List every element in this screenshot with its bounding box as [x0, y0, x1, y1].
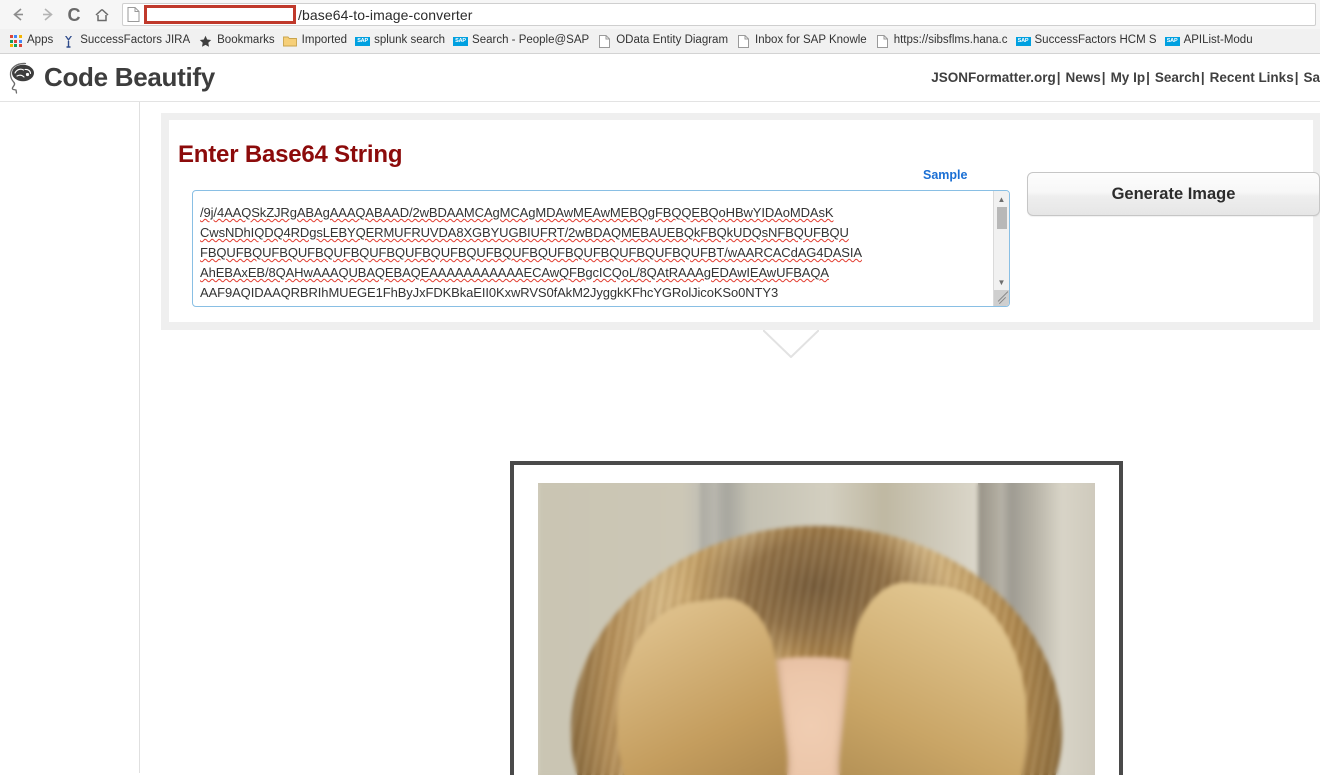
- bookmark-label: Inbox for SAP Knowle: [755, 34, 867, 47]
- nav-link-search[interactable]: Search: [1154, 70, 1200, 85]
- bookmark-label: https://sibsflms.hana.c: [893, 34, 1008, 47]
- bookmark-sibsflms-hana[interactable]: https://sibsflms.hana.c: [873, 31, 1014, 52]
- bookmark-bookmarks[interactable]: Bookmarks: [196, 31, 281, 52]
- bookmark-label: Imported: [301, 34, 348, 47]
- bookmark-label: Search - People@SAP: [472, 34, 590, 47]
- brand[interactable]: Code Beautify: [6, 61, 215, 95]
- body-area: Enter Base64 String Sample /9j/4AAQSkZJR…: [0, 102, 1320, 775]
- bookmark-odata-entity-diagram[interactable]: OData Entity Diagram: [595, 31, 734, 52]
- address-bar[interactable]: /base64-to-image-converter: [122, 3, 1316, 26]
- bookmark-successfactors-jira[interactable]: SuccessFactors JIRA: [59, 31, 196, 52]
- sap-icon: SAP: [1015, 34, 1031, 48]
- base64-input-textarea[interactable]: /9j/4AAQSkZJRgABAgAAAQABAAD/2wBDAAMCAgMC…: [192, 190, 1010, 307]
- nav-sep: |: [1101, 70, 1106, 85]
- base64-input-panel: Enter Base64 String Sample /9j/4AAQSkZJR…: [161, 113, 1320, 330]
- bookmark-label: SuccessFactors HCM S: [1034, 34, 1157, 47]
- generated-portrait-photo: [538, 483, 1095, 775]
- bookmark-splunk-search[interactable]: SAP splunk search: [353, 31, 451, 52]
- back-arrow-icon[interactable]: [4, 1, 32, 29]
- bookmark-label: Bookmarks: [217, 34, 275, 47]
- bookmark-imported[interactable]: Imported: [281, 31, 353, 52]
- brand-name: Code Beautify: [44, 62, 215, 92]
- page-title: Enter Base64 String: [178, 141, 403, 168]
- top-nav: JSONFormatter.org | News | My Ip | Searc…: [930, 70, 1320, 85]
- url-text: /base64-to-image-converter: [298, 6, 473, 23]
- star-icon: [198, 34, 213, 48]
- base64-text-content: /9j/4AAQSkZJRgABAgAAAQABAAD/2wBDAAMCAgMC…: [193, 191, 993, 306]
- nav-sep: |: [1146, 70, 1150, 85]
- browser-chrome: C /base64-to-image-converter Apps Succes…: [0, 0, 1320, 54]
- sap-icon: SAP: [453, 34, 469, 48]
- nav-link-news[interactable]: News: [1065, 70, 1101, 85]
- page-icon: [597, 34, 612, 48]
- scrollbar-thumb[interactable]: [996, 207, 1007, 229]
- nav-sep: |: [1294, 70, 1299, 85]
- scroll-up-arrow-icon[interactable]: ▲: [994, 191, 1010, 207]
- base64-line: FBQUFBQUFBQUFBQUFBQUFBQUFBQUFBQUFBQUFBQU…: [200, 245, 862, 260]
- base64-line: AhEBAxEB/8QAHwAAAQUBAQEBAQEAAAAAAAAAAAEC…: [200, 265, 829, 280]
- nav-link-my-ip[interactable]: My Ip: [1110, 70, 1146, 85]
- left-rail: [0, 102, 140, 773]
- site-header: Code Beautify JSONFormatter.org | News |…: [0, 54, 1320, 102]
- nav-link-save[interactable]: Sa: [1302, 70, 1320, 85]
- bookmark-label: Apps: [27, 34, 54, 47]
- url-redaction-box: [144, 5, 296, 24]
- generate-image-button[interactable]: Generate Image: [1027, 172, 1320, 216]
- nav-link-jsonformatter[interactable]: JSONFormatter.org: [930, 70, 1056, 85]
- base64-line: AAF9AQIDAAQRBRIhMUEGE1FhByJxFDKBkaEII0Kx…: [200, 285, 779, 300]
- bookmark-apilist-module[interactable]: SAP APIList-Modu: [1163, 31, 1259, 52]
- scroll-down-arrow-icon[interactable]: ▼: [994, 274, 1010, 290]
- folder-icon: [283, 34, 298, 48]
- resize-grip-icon[interactable]: [993, 290, 1009, 306]
- bookmark-inbox-sap-knowledge[interactable]: Inbox for SAP Knowle: [734, 31, 873, 52]
- page-document-icon: [127, 7, 140, 22]
- sample-link[interactable]: Sample: [923, 168, 967, 182]
- apps-grid-icon: [8, 34, 23, 48]
- nav-link-recent-links[interactable]: Recent Links: [1209, 70, 1294, 85]
- bookmarks-bar: Apps SuccessFactors JIRA Bookmarks Impor…: [0, 29, 1320, 54]
- textarea-scrollbar[interactable]: ▲ ▼: [993, 191, 1009, 306]
- home-icon[interactable]: [88, 1, 116, 29]
- generated-image-frame: [510, 461, 1123, 775]
- reload-icon[interactable]: C: [60, 1, 88, 29]
- browser-toolbar: C /base64-to-image-converter: [0, 0, 1320, 29]
- bookmark-successfactors-hcm[interactable]: SAP SuccessFactors HCM S: [1014, 31, 1163, 52]
- bookmark-label: OData Entity Diagram: [616, 34, 729, 47]
- sap-icon: SAP: [1164, 34, 1180, 48]
- down-caret-connector: [763, 330, 819, 358]
- brain-head-logo-icon: [9, 62, 34, 94]
- sap-icon: SAP: [355, 34, 371, 48]
- jira-icon: [61, 34, 76, 48]
- bookmark-search-people-sap[interactable]: SAP Search - People@SAP: [451, 31, 595, 52]
- nav-sep: |: [1200, 70, 1205, 85]
- forward-arrow-icon[interactable]: [32, 1, 60, 29]
- nav-sep: |: [1056, 70, 1061, 85]
- bookmark-label: APIList-Modu: [1183, 34, 1253, 47]
- bookmark-label: SuccessFactors JIRA: [80, 34, 191, 47]
- page-icon: [875, 34, 890, 48]
- bookmark-label: splunk search: [374, 34, 446, 47]
- page-content: Code Beautify JSONFormatter.org | News |…: [0, 54, 1320, 775]
- base64-line: /9j/4AAQSkZJRgABAgAAAQABAAD/2wBDAAMCAgMC…: [200, 205, 834, 220]
- bookmark-apps[interactable]: Apps: [6, 31, 59, 52]
- page-icon: [736, 34, 751, 48]
- base64-line: CwsNDhIQDQ4RDgsLEBYQERMUFRUVDA8XGBYUGBIU…: [200, 225, 849, 240]
